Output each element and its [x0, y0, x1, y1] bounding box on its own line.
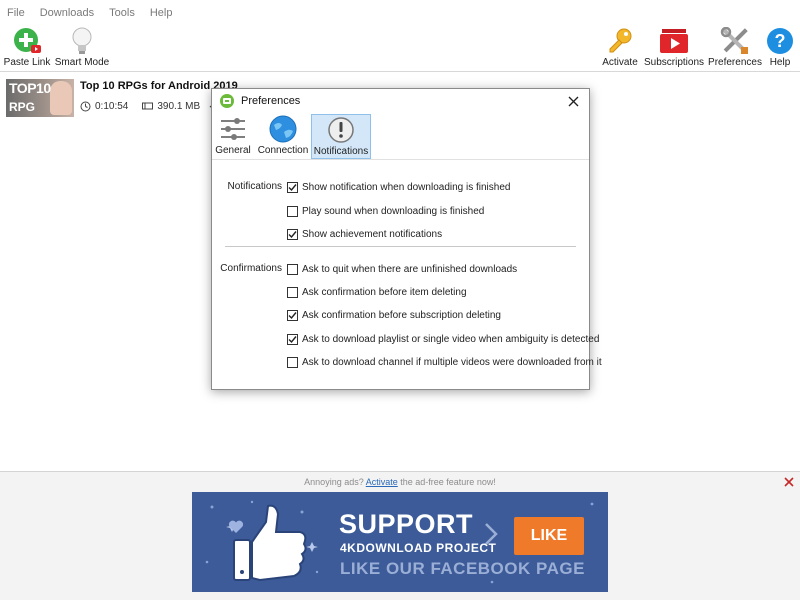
smart-mode-button[interactable]: Smart Mode [54, 26, 110, 72]
help-button[interactable]: ? Help [766, 26, 794, 72]
preferences-label: Preferences [708, 57, 762, 68]
option-playlist-ambiguity[interactable]: Ask to download playlist or single video… [287, 332, 599, 346]
option-label: Show notification when downloading is fi… [302, 181, 511, 193]
option-confirm-item-delete[interactable]: Ask confirmation before item deleting [287, 285, 467, 299]
ad-notice-prefix: Annoying ads? [304, 477, 364, 487]
option-notify-finished[interactable]: Show notification when downloading is fi… [287, 180, 510, 194]
checkbox[interactable] [287, 309, 298, 321]
tab-separator [212, 159, 589, 160]
menu-file[interactable]: File [7, 7, 25, 19]
activate-label: Activate [602, 57, 638, 68]
menu-bar: File Downloads Tools Help [0, 0, 800, 26]
option-download-channel[interactable]: Ask to download channel if multiple vide… [287, 355, 602, 369]
notifications-group-label: Notifications [227, 181, 282, 192]
option-label: Ask confirmation before item deleting [302, 286, 467, 298]
close-icon [568, 96, 578, 106]
tab-connection-label: Connection [257, 145, 309, 156]
checkmark-icon [288, 230, 297, 238]
tab-connection[interactable]: Connection [257, 114, 309, 159]
banner-like-button[interactable]: LIKE [514, 517, 584, 555]
checkbox[interactable] [287, 356, 298, 368]
ad-activate-link[interactable]: Activate [366, 477, 398, 487]
lightbulb-icon [67, 26, 97, 56]
option-ask-quit[interactable]: Ask to quit when there are unfinished do… [287, 262, 517, 276]
option-label: Ask confirmation before subscription del… [302, 309, 501, 321]
menu-tools[interactable]: Tools [109, 7, 135, 19]
banner-project-text: 4KDOWNLOAD PROJECT [340, 541, 497, 555]
paste-link-label: Paste Link [3, 57, 51, 68]
subscriptions-button[interactable]: Subscriptions [643, 26, 705, 72]
download-duration: 0:10:54 [95, 100, 129, 112]
checkmark-icon [288, 183, 297, 191]
dialog-close-button[interactable] [565, 93, 581, 109]
ad-banner[interactable]: SUPPORT 4KDOWNLOAD PROJECT LIKE LIKE OUR… [192, 492, 608, 592]
option-label: Ask to quit when there are unfinished do… [302, 263, 518, 275]
dialog-title-bar: Preferences [212, 89, 589, 113]
checkbox[interactable] [287, 205, 298, 217]
tab-general-label: General [215, 145, 251, 156]
thumbs-up-icon [233, 504, 307, 582]
activate-button[interactable]: Activate [600, 26, 640, 72]
menu-downloads[interactable]: Downloads [40, 7, 94, 19]
thumbnail-text-top: TOP10 [9, 80, 51, 96]
checkmark-icon [288, 311, 297, 319]
download-item[interactable]: TOP10 RPG Top 10 RPGs for Android 2019 0… [4, 79, 238, 121]
clock-icon [80, 101, 91, 111]
globe-icon [269, 114, 297, 144]
paste-link-icon [12, 26, 42, 56]
smart-mode-label: Smart Mode [54, 57, 110, 68]
menu-help[interactable]: Help [150, 7, 173, 19]
group-divider [225, 246, 576, 247]
checkbox[interactable] [287, 228, 298, 240]
svg-text:?: ? [775, 31, 786, 51]
key-icon [605, 26, 635, 56]
confirmations-group-label: Confirmations [220, 263, 282, 274]
help-icon: ? [765, 26, 795, 56]
toolbar: Paste Link Smart Mode Activate Subscript… [0, 26, 800, 72]
exclamation-icon [327, 115, 355, 145]
ad-bar: Annoying ads? Activate the ad-free featu… [0, 471, 800, 600]
checkbox[interactable] [287, 263, 298, 275]
option-label: Ask to download channel if multiple vide… [302, 356, 602, 368]
option-label: Show achievement notifications [302, 228, 443, 240]
video-thumbnail: TOP10 RPG [6, 79, 74, 117]
ad-notice: Annoying ads? Activate the ad-free featu… [0, 477, 800, 487]
option-achievements[interactable]: Show achievement notifications [287, 227, 442, 241]
tab-general[interactable]: General [214, 114, 252, 159]
tools-icon [720, 26, 750, 56]
option-confirm-subscription-delete[interactable]: Ask confirmation before subscription del… [287, 308, 501, 322]
preferences-button[interactable]: Preferences [708, 26, 762, 72]
tab-notifications-label: Notifications [313, 146, 369, 157]
download-meta: 0:10:54 390.1 MB [80, 100, 218, 112]
checkmark-icon [288, 335, 297, 343]
ad-close-button[interactable] [783, 476, 795, 488]
dialog-title: Preferences [241, 95, 301, 107]
download-size: 390.1 MB [157, 100, 201, 112]
paste-link-button[interactable]: Paste Link [3, 26, 51, 72]
preferences-dialog: Preferences General Connection Notificat… [211, 88, 602, 390]
checkbox[interactable] [287, 181, 298, 193]
chevron-right-icon [485, 523, 498, 545]
subscriptions-icon [659, 26, 689, 56]
help-label: Help [769, 57, 791, 68]
thumbnail-text-bottom: RPG [9, 100, 36, 114]
app-icon [220, 94, 234, 108]
close-icon [784, 477, 794, 487]
checkbox[interactable] [287, 286, 298, 298]
thumbnail-face [50, 81, 72, 115]
banner-support-text: SUPPORT [339, 509, 474, 539]
banner-facebook-text: LIKE OUR FACEBOOK PAGE [340, 559, 585, 578]
ad-notice-suffix: the ad-free feature now! [400, 477, 496, 487]
option-label: Ask to download playlist or single video… [302, 333, 600, 345]
option-label: Play sound when downloading is finished [302, 205, 485, 217]
tab-notifications[interactable]: Notifications [311, 114, 371, 159]
sliders-icon [219, 114, 247, 144]
filesize-icon [142, 102, 154, 110]
checkbox[interactable] [287, 333, 298, 345]
subscriptions-label: Subscriptions [643, 57, 705, 68]
option-play-sound[interactable]: Play sound when downloading is finished [287, 204, 484, 218]
